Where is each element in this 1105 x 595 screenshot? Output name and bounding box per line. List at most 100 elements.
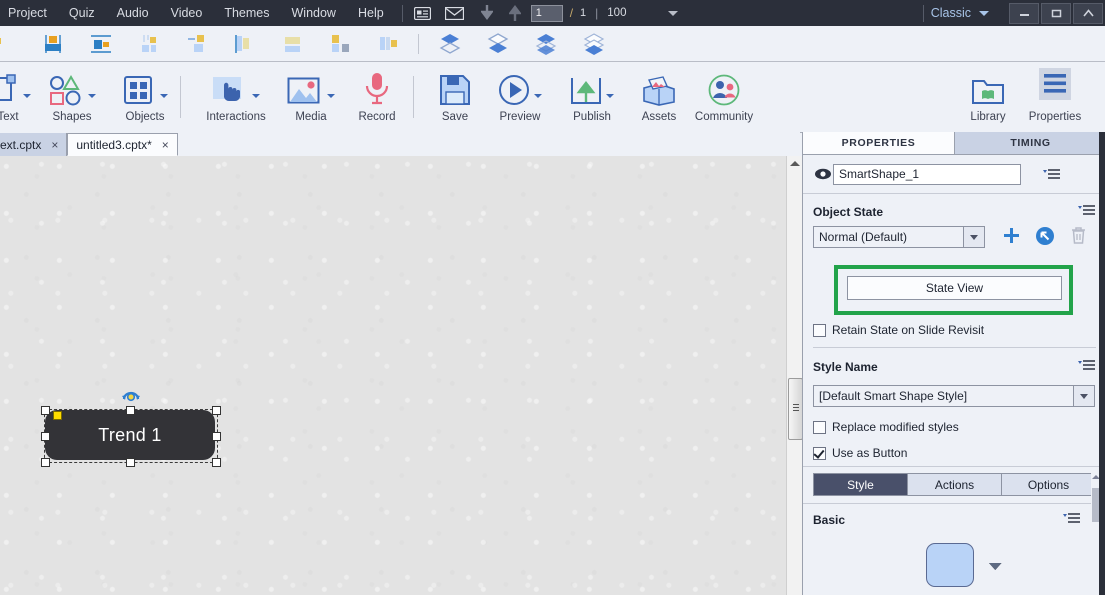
- object-state-menu[interactable]: [1078, 204, 1096, 220]
- align-middle-vertical-icon[interactable]: [90, 33, 112, 55]
- scrollbar-thumb[interactable]: [788, 378, 803, 440]
- tab-style[interactable]: Style: [814, 474, 908, 495]
- zoom-level-value[interactable]: 100: [607, 7, 626, 19]
- toolbar-item-shapes[interactable]: Shapes: [35, 70, 109, 123]
- align-right-icon[interactable]: [186, 33, 208, 55]
- scroll-up-icon[interactable]: [790, 161, 800, 166]
- replace-styles-checkbox[interactable]: [813, 420, 826, 434]
- menu-item-help[interactable]: Help: [347, 0, 395, 26]
- slide-notes-icon[interactable]: [410, 0, 436, 26]
- add-state-button[interactable]: [1002, 227, 1021, 249]
- handle-bottom-left[interactable]: [41, 458, 50, 467]
- panel-divider-4: [803, 503, 1105, 504]
- close-icon[interactable]: ×: [51, 138, 58, 152]
- shapes-chevron-down-icon[interactable]: [88, 94, 96, 98]
- distribute-vertical-icon[interactable]: [330, 33, 352, 55]
- media-chevron-down-icon[interactable]: [327, 94, 335, 98]
- toolbar-item-properties[interactable]: Properties: [1018, 68, 1092, 123]
- toolbar-item-community[interactable]: Community: [687, 70, 761, 123]
- menu-item-video[interactable]: Video: [160, 0, 214, 26]
- use-as-button-row[interactable]: Use as Button: [803, 443, 917, 463]
- restore-button[interactable]: [1041, 2, 1071, 24]
- rotate-icon[interactable]: [121, 389, 141, 405]
- eye-icon[interactable]: [813, 168, 833, 180]
- menu-item-window[interactable]: Window: [281, 0, 347, 26]
- selected-shape-group[interactable]: Trend 1: [40, 391, 221, 467]
- tab-options[interactable]: Options: [1002, 474, 1095, 495]
- zoom-chevron-down-icon[interactable]: [668, 10, 679, 16]
- style-name-menu[interactable]: [1078, 359, 1096, 375]
- assets-box-icon: [641, 70, 677, 106]
- email-icon[interactable]: [442, 0, 468, 26]
- handle-middle-right[interactable]: [212, 432, 221, 441]
- object-state-dropdown[interactable]: Normal (Default): [813, 226, 985, 248]
- object-name-input[interactable]: SmartShape_1: [833, 163, 1021, 185]
- style-name-dropdown[interactable]: [Default Smart Shape Style]: [813, 385, 1095, 407]
- upload-arrow-icon[interactable]: [502, 0, 528, 26]
- reset-circle-arrow-icon[interactable]: [1035, 226, 1055, 249]
- workspace-label[interactable]: Classic: [931, 6, 971, 20]
- interactions-hand-icon: [212, 70, 260, 106]
- send-backward-icon[interactable]: [583, 32, 605, 55]
- use-as-button-checkbox[interactable]: [813, 446, 826, 460]
- style-name-title: Style Name: [813, 360, 878, 374]
- handle-top-right[interactable]: [212, 406, 221, 415]
- workspace-chevron-down-icon[interactable]: [979, 10, 989, 16]
- menu-item-audio[interactable]: Audio: [106, 0, 160, 26]
- retain-state-row[interactable]: Retain State on Slide Revisit: [803, 320, 994, 340]
- tab-actions[interactable]: Actions: [908, 474, 1002, 495]
- bring-to-front-icon[interactable]: [439, 33, 461, 55]
- chevron-down-icon[interactable]: [1073, 386, 1094, 406]
- publish-chevron-down-icon[interactable]: [606, 94, 614, 98]
- toolbar-item-media[interactable]: Media: [274, 70, 348, 123]
- text-chevron-down-icon[interactable]: [23, 94, 31, 98]
- close-button[interactable]: [1073, 2, 1103, 24]
- document-tab-ext[interactable]: ext.cptx ×: [0, 133, 68, 156]
- send-to-back-icon[interactable]: [487, 32, 509, 55]
- toolbar-item-record[interactable]: Record: [340, 70, 414, 123]
- retain-state-checkbox[interactable]: [813, 323, 826, 337]
- tab-timing[interactable]: TIMING: [954, 132, 1105, 154]
- distribute-horizontal-icon[interactable]: [282, 33, 304, 55]
- handle-top-center[interactable]: [126, 406, 135, 415]
- canvas-vertical-scrollbar[interactable]: [786, 156, 803, 595]
- toolbar-item-interactions[interactable]: Interactions: [199, 70, 273, 123]
- toolbar-item-save[interactable]: Save: [418, 70, 492, 123]
- align-center-horizontal-icon[interactable]: [42, 33, 64, 55]
- document-tab-untitled3[interactable]: untitled3.cptx* ×: [67, 133, 178, 156]
- handle-top-left[interactable]: [41, 406, 50, 415]
- corner-radius-handle[interactable]: [53, 411, 62, 420]
- close-icon[interactable]: ×: [162, 138, 169, 152]
- align-top-icon[interactable]: [138, 33, 160, 55]
- align-left-icon[interactable]: [0, 33, 16, 55]
- shape-fill-swatch[interactable]: [926, 543, 974, 587]
- preview-chevron-down-icon[interactable]: [534, 94, 542, 98]
- tab-properties[interactable]: PROPERTIES: [803, 132, 954, 154]
- handle-middle-left[interactable]: [41, 432, 50, 441]
- state-view-button[interactable]: State View: [847, 276, 1062, 300]
- chevron-down-icon[interactable]: [963, 227, 984, 247]
- objects-chevron-down-icon[interactable]: [160, 94, 168, 98]
- toolbar-item-preview[interactable]: Preview: [483, 70, 557, 123]
- bring-forward-icon[interactable]: [535, 33, 557, 55]
- object-name-menu[interactable]: [1039, 168, 1061, 181]
- resize-match-icon[interactable]: [378, 33, 400, 55]
- basic-menu[interactable]: [1063, 512, 1081, 528]
- align-bottom-icon[interactable]: [234, 33, 256, 55]
- current-slide-input[interactable]: 1: [530, 4, 563, 22]
- download-arrow-icon[interactable]: [474, 0, 500, 26]
- menu-item-themes[interactable]: Themes: [213, 0, 280, 26]
- handle-bottom-right[interactable]: [212, 458, 221, 467]
- toolbar-item-library[interactable]: Library: [951, 70, 1025, 123]
- toolbar-item-assets[interactable]: Assets: [622, 70, 696, 123]
- minimize-button[interactable]: [1009, 2, 1039, 24]
- toolbar-item-objects[interactable]: Objects: [108, 70, 182, 123]
- handle-bottom-center[interactable]: [126, 458, 135, 467]
- menu-item-project[interactable]: Project: [0, 0, 58, 26]
- interactions-chevron-down-icon[interactable]: [252, 94, 260, 98]
- replace-styles-row[interactable]: Replace modified styles: [803, 417, 969, 437]
- shape-swatch-chevron-down-icon[interactable]: [989, 560, 1002, 574]
- toolbar-item-publish[interactable]: Publish: [555, 70, 629, 123]
- slide-canvas[interactable]: Trend 1: [0, 156, 786, 595]
- menu-item-quiz[interactable]: Quiz: [58, 0, 106, 26]
